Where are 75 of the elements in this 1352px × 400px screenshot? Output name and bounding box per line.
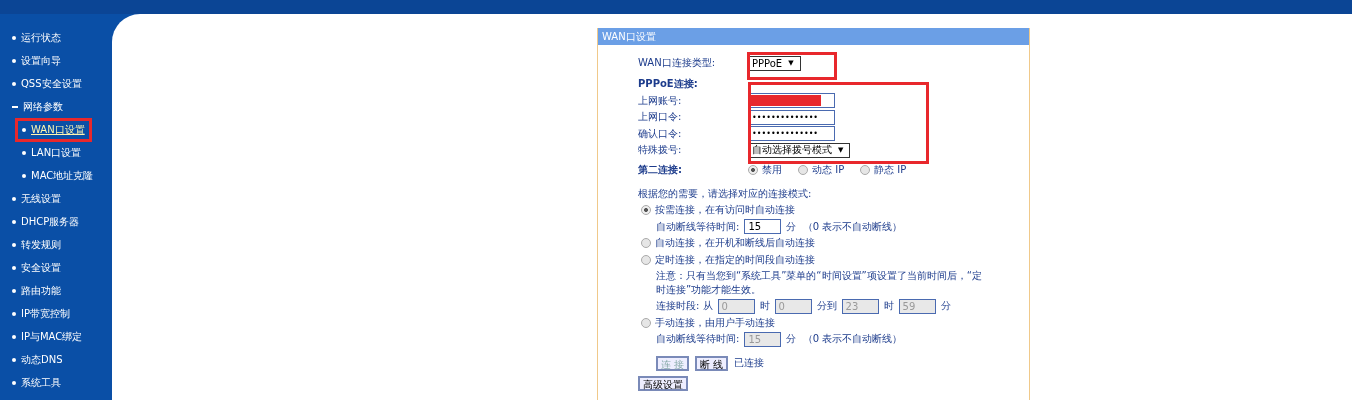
field-label: 上网口令: <box>638 110 683 125</box>
unit-label: 时 <box>883 299 894 314</box>
hint-text: （0 表示不自动断线） <box>802 219 903 234</box>
radio-button[interactable] <box>641 238 651 249</box>
bullet-icon <box>12 380 16 385</box>
radio-button[interactable] <box>641 254 651 265</box>
menu-item[interactable]: MAC地址克隆 <box>15 163 101 188</box>
bullet-icon <box>12 334 16 339</box>
section-label: PPPoE连接: <box>638 77 699 92</box>
menu-item[interactable]: WAN口设置 <box>15 117 92 142</box>
option-label: 禁用 <box>762 162 782 177</box>
menu-item[interactable]: 运行状态 <box>5 25 68 50</box>
option-label: 按需连接，在有访问时自动连接 <box>655 203 795 218</box>
note-text: 注意：只有当您到“系统工具”菜单的“时间设置”项设置了当前时间后，“定时连接”功能才能生效。 <box>656 269 983 297</box>
menu-item[interactable]: 动态DNS <box>5 347 70 372</box>
bullet-icon <box>12 357 16 362</box>
menu-item[interactable]: 网络参数 <box>5 94 70 119</box>
bullet-icon <box>12 242 16 247</box>
input-field[interactable] <box>748 93 835 109</box>
menu-item[interactable]: QSS安全设置 <box>5 71 89 96</box>
unit-label: 分到 <box>816 299 837 314</box>
option-label: 静态 IP <box>874 162 907 177</box>
action-button[interactable]: 断 线 <box>695 355 729 371</box>
field-label: WAN口连接类型: <box>638 56 717 70</box>
unit-label: 分 <box>786 332 797 347</box>
menu-item[interactable]: 路由功能 <box>5 278 68 303</box>
menu-item[interactable]: IP与MAC绑定 <box>5 324 90 349</box>
bullet-icon <box>12 196 16 201</box>
option-label: 定时连接，在指定的时间段自动连接 <box>655 252 815 267</box>
redaction-mark <box>749 95 821 107</box>
menu-item[interactable]: 系统工具 <box>5 370 68 395</box>
field-label: 自动断线等待时间: <box>656 332 740 347</box>
field-label: 连接时段: <box>656 299 700 314</box>
status-text: 已连接 <box>734 356 765 370</box>
password-field[interactable]: •••••••••••••• <box>748 109 835 125</box>
option-label: 自动连接，在开机和断线后自动连接 <box>655 236 815 251</box>
prompt-text: 根据您的需要，请选择对应的连接模式: <box>638 186 812 201</box>
bullet-icon <box>12 265 16 270</box>
option-label: 动态 IP <box>812 162 845 177</box>
radio-button[interactable] <box>641 317 651 328</box>
radio-button[interactable] <box>798 164 808 175</box>
bullet-icon <box>12 81 16 86</box>
menu-item[interactable]: IP带宽控制 <box>5 301 77 326</box>
bullet-icon <box>22 173 26 178</box>
bullet-icon <box>22 127 26 132</box>
bullet-icon <box>22 150 26 155</box>
radio-button[interactable] <box>641 205 651 216</box>
bullet-icon <box>12 219 16 224</box>
field-label: 特殊拨号: <box>638 143 683 158</box>
bullet-icon <box>12 311 16 316</box>
menu-item[interactable]: DHCP服务器 <box>5 209 87 234</box>
bullet-icon <box>12 288 16 293</box>
menu-item[interactable]: 安全设置 <box>5 255 68 280</box>
option-label: 手动连接，由用户手动连接 <box>655 315 775 330</box>
unit-label: 时 <box>759 299 770 314</box>
hint-text: （0 表示不自动断线） <box>802 332 903 347</box>
from-label: 从 <box>702 299 713 314</box>
menu-item[interactable]: 转发规则 <box>5 232 68 257</box>
field-label: 自动断线等待时间: <box>656 219 740 234</box>
menu-item[interactable]: LAN口设置 <box>15 140 89 165</box>
input-field[interactable]: 15 <box>744 219 782 235</box>
radio-button[interactable] <box>860 164 871 175</box>
panel-title: WAN口设置 <box>602 29 656 44</box>
advanced-button[interactable]: 高级设置 <box>638 375 688 391</box>
bullet-icon <box>12 35 16 40</box>
password-field[interactable]: •••••••••••••• <box>748 126 835 142</box>
radio-button[interactable] <box>748 164 758 175</box>
menu-item[interactable]: 设置向导 <box>5 48 68 73</box>
field-label: 上网账号: <box>638 93 683 108</box>
field-label: 第二连接: <box>638 162 683 177</box>
menu-item[interactable]: 无线设置 <box>5 186 68 211</box>
unit-label: 分 <box>940 299 951 314</box>
bullet-icon <box>12 58 16 63</box>
unit-label: 分 <box>786 219 797 234</box>
field-label: 确认口令: <box>638 126 683 141</box>
